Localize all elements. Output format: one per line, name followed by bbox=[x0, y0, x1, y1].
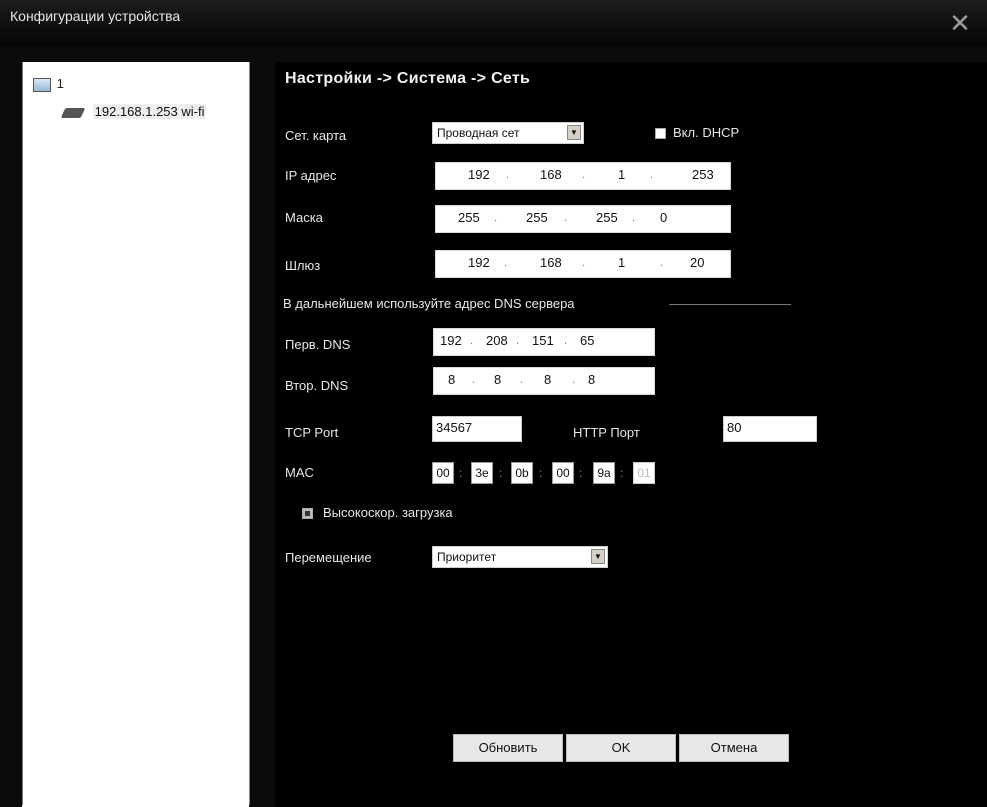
mac-part-3: 0b bbox=[511, 462, 533, 484]
refresh-button[interactable]: Обновить bbox=[453, 734, 563, 762]
ip-octet-1[interactable]: 192 bbox=[468, 167, 490, 182]
mac-colon: : bbox=[620, 466, 624, 480]
frame-top bbox=[0, 47, 987, 62]
gateway-octet-3[interactable]: 1 bbox=[618, 255, 625, 270]
dns2-octet-1[interactable]: 8 bbox=[448, 372, 455, 387]
dns1-label: Перв. DNS bbox=[285, 337, 351, 352]
frame-left bbox=[0, 47, 22, 807]
ip-label: IP адрес bbox=[285, 168, 337, 183]
mac-part-4: 00 bbox=[552, 462, 574, 484]
dot: . bbox=[494, 212, 498, 224]
http-port-input[interactable]: 80 bbox=[723, 416, 817, 442]
ip-octet-4[interactable]: 253 bbox=[692, 167, 714, 182]
gateway-octet-2[interactable]: 168 bbox=[540, 255, 562, 270]
dot: . bbox=[470, 335, 474, 347]
mask-octet-3[interactable]: 255 bbox=[596, 210, 618, 225]
dhcp-checkbox[interactable] bbox=[655, 128, 666, 139]
gateway-octet-4[interactable]: 20 bbox=[690, 255, 704, 270]
window-title: Конфигурации устройства bbox=[10, 8, 181, 24]
dns-heading: В дальнейшем используйте адрес DNS серве… bbox=[283, 296, 575, 311]
dns2-octet-2[interactable]: 8 bbox=[494, 372, 501, 387]
mac-colon: : bbox=[499, 466, 503, 480]
frame-middle bbox=[249, 47, 275, 807]
ok-button[interactable]: OK bbox=[566, 734, 676, 762]
dns2-octet-3[interactable]: 8 bbox=[544, 372, 551, 387]
dot: . bbox=[582, 169, 586, 181]
dot: . bbox=[564, 335, 568, 347]
dns1-octet-2[interactable]: 208 bbox=[486, 333, 508, 348]
transfer-value: Приоритет bbox=[437, 550, 497, 564]
dot: . bbox=[660, 257, 664, 269]
net-card-value: Проводная сет bbox=[437, 126, 520, 140]
mac-part-2: 3e bbox=[471, 462, 493, 484]
tree-root-label: 1 bbox=[56, 76, 64, 91]
breadcrumb: Настройки -> Система -> Сеть bbox=[285, 70, 531, 87]
transfer-label: Перемещение bbox=[285, 550, 372, 565]
mac-colon: : bbox=[539, 466, 543, 480]
gateway-field[interactable]: 192 . 168 . 1 . 20 bbox=[435, 250, 731, 278]
dot: . bbox=[506, 169, 510, 181]
dhcp-label: Вкл. DHCP bbox=[673, 125, 740, 140]
mac-part-1: 00 bbox=[432, 462, 454, 484]
net-card-select[interactable]: Проводная сет ▼ bbox=[432, 122, 584, 144]
close-icon[interactable]: ✕ bbox=[947, 10, 973, 36]
dns1-field[interactable]: 192 . 208 . 151 . 65 bbox=[433, 328, 655, 356]
mac-part-6: 01 bbox=[633, 462, 655, 484]
high-speed-checkbox[interactable] bbox=[302, 508, 313, 519]
tree-device-label: 192.168.1.253 wi-fi bbox=[92, 104, 207, 119]
dns1-octet-4[interactable]: 65 bbox=[580, 333, 594, 348]
dot: . bbox=[572, 374, 576, 386]
mac-label: MAC bbox=[285, 465, 314, 480]
settings-panel: Настройки -> Система -> Сеть Сет. карта … bbox=[275, 62, 987, 807]
mac-colon: : bbox=[459, 466, 463, 480]
dot: . bbox=[564, 212, 568, 224]
tree-item-device[interactable]: 192.168.1.253 wi-fi bbox=[60, 104, 207, 119]
device-tree: 1 192.168.1.253 wi-fi bbox=[22, 62, 250, 805]
ip-field[interactable]: 192 . 168 . 1 . 253 bbox=[435, 162, 731, 190]
ip-octet-3[interactable]: 1 bbox=[618, 167, 625, 182]
ip-octet-2[interactable]: 168 bbox=[540, 167, 562, 182]
dot: . bbox=[632, 212, 636, 224]
mask-octet-2[interactable]: 255 bbox=[526, 210, 548, 225]
gateway-label: Шлюз bbox=[285, 258, 321, 273]
tcp-port-input[interactable]: 34567 bbox=[432, 416, 522, 442]
mask-octet-4[interactable]: 0 bbox=[660, 210, 667, 225]
cancel-button[interactable]: Отмена bbox=[679, 734, 789, 762]
chevron-down-icon[interactable]: ▼ bbox=[591, 549, 605, 564]
dot: . bbox=[650, 169, 654, 181]
tcp-port-label: TCP Port bbox=[285, 425, 339, 440]
mask-label: Маска bbox=[285, 210, 323, 225]
camera-icon bbox=[60, 107, 86, 118]
dot: . bbox=[504, 257, 508, 269]
title-bar: Конфигурации устройства ✕ bbox=[0, 0, 987, 47]
dns1-octet-1[interactable]: 192 bbox=[440, 333, 462, 348]
dns2-octet-4[interactable]: 8 bbox=[588, 372, 595, 387]
dns1-octet-3[interactable]: 151 bbox=[532, 333, 554, 348]
chevron-down-icon[interactable]: ▼ bbox=[567, 125, 581, 140]
dot: . bbox=[516, 335, 520, 347]
mask-octet-1[interactable]: 255 bbox=[458, 210, 480, 225]
dot: . bbox=[472, 374, 476, 386]
dot: . bbox=[582, 257, 586, 269]
dns2-field[interactable]: 8 . 8 . 8 . 8 bbox=[433, 367, 655, 395]
mac-colon: : bbox=[579, 466, 583, 480]
mac-part-5: 9a bbox=[593, 462, 615, 484]
dns-separator bbox=[669, 304, 791, 305]
computer-icon bbox=[33, 77, 51, 92]
gateway-octet-1[interactable]: 192 bbox=[468, 255, 490, 270]
transfer-select[interactable]: Приоритет ▼ bbox=[432, 546, 608, 568]
mask-field[interactable]: 255 . 255 . 255 . 0 bbox=[435, 205, 731, 233]
tree-root[interactable]: 1 bbox=[33, 76, 64, 92]
net-card-label: Сет. карта bbox=[285, 128, 347, 143]
dns2-label: Втор. DNS bbox=[285, 378, 349, 393]
http-port-label: HTTP Порт bbox=[573, 425, 640, 440]
dot: . bbox=[520, 374, 524, 386]
high-speed-label: Высокоскор. загрузка bbox=[323, 505, 453, 520]
